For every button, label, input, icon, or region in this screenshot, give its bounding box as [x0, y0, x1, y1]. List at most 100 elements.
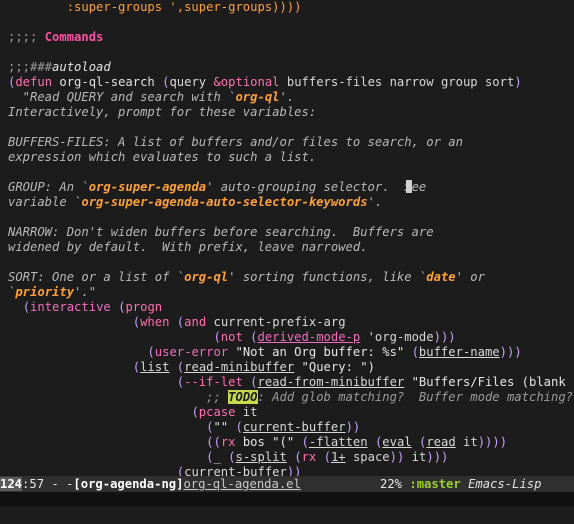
- code-token: widened by default. With prefix, leave n…: [8, 240, 368, 254]
- code-token: (: [250, 330, 258, 344]
- code-token: Interactively, prompt for these variable…: [8, 105, 317, 119]
- code-line: (not (derived-mode-p 'org-mode))): [8, 330, 456, 345]
- code-token: &optional: [213, 75, 280, 89]
- code-token: bos "(": [235, 435, 302, 449]
- code-token: (: [132, 315, 141, 329]
- code-token: )): [389, 450, 412, 464]
- code-token: 1+: [330, 450, 346, 464]
- code-token: pcase: [198, 405, 236, 419]
- code-token: eval: [382, 435, 412, 449]
- code-token: ))): [426, 450, 449, 464]
- code-token: (: [191, 405, 199, 419]
- code-token: list: [140, 360, 170, 374]
- code-line: ;;;; Commands: [8, 30, 103, 45]
- code-token: ;;: [206, 390, 229, 404]
- code-token: current-buffer: [242, 420, 346, 434]
- code-token: autoload: [52, 60, 111, 74]
- code-token: "Buffers/Files (blank for: [411, 375, 574, 389]
- code-line: SORT: One or a list of `org-ql' sorting …: [8, 270, 485, 285]
- code-token: "Not an Org buffer: %s": [228, 345, 412, 359]
- code-token: buffer-name: [418, 345, 500, 359]
- code-token: (: [411, 345, 419, 359]
- code-token: current-buffer: [184, 465, 287, 476]
- code-token: expression which evaluates to such a lis…: [8, 150, 317, 164]
- code-line: BUFFERS-FILES: A list of buffers and/or …: [8, 135, 463, 150]
- code-token: org-super-agenda-auto-selector-keywords: [81, 195, 368, 209]
- code-line: ("" (current-buffer)): [8, 420, 360, 435]
- code-token: --if-let: [184, 375, 243, 389]
- code-token: org-ql: [235, 90, 280, 104]
- code-token: )))): [477, 435, 508, 449]
- code-token: s-split: [235, 450, 287, 464]
- code-token: (: [294, 450, 302, 464]
- code-token: query: [169, 75, 214, 89]
- code-token: "Read QUERY and search with `: [8, 90, 236, 104]
- code-token: (: [228, 450, 236, 464]
- code-token: : Add glob matching? Buffer mode matchin…: [257, 390, 574, 404]
- code-line: ;; TODO: Add glob matching? Buffer mode …: [8, 390, 573, 405]
- code-token: read: [426, 435, 456, 449]
- code-token: rx: [301, 450, 317, 464]
- code-token: interactive: [30, 300, 111, 314]
- code-token: :super-groups ',super-groups)))): [8, 0, 302, 14]
- code-token: derived-mode-p: [257, 330, 361, 344]
- code-token: SORT: One or a list of `: [8, 270, 185, 284]
- code-token: ))): [433, 330, 456, 344]
- buffer-name[interactable]: [org-agenda-ng]: [73, 477, 183, 491]
- code-token: GROUP: An `: [8, 180, 89, 194]
- code-token: and: [184, 315, 207, 329]
- code-token: defun: [15, 75, 53, 89]
- code-token: progn: [125, 300, 163, 314]
- code-token: current-prefix-arg: [206, 315, 346, 329]
- code-token: rx: [220, 435, 236, 449]
- buffer-percent: 22%: [380, 477, 403, 491]
- code-token: ): [514, 75, 522, 89]
- code-token: (: [323, 450, 331, 464]
- code-line: (interactive (progn: [8, 300, 162, 315]
- code-line: (pcase it: [8, 405, 257, 420]
- code-token: not: [220, 330, 243, 344]
- code-line: (list (read-minibuffer "Query: "): [8, 360, 375, 375]
- code-token: ' or: [455, 270, 485, 284]
- code-token: when: [140, 315, 170, 329]
- code-line: (user-error "Not an Org buffer: %s" (buf…: [8, 345, 522, 360]
- code-token: ' auto-grouping selector. See: [206, 180, 427, 194]
- code-token: BUFFERS-FILES: A list of buffers and/or …: [8, 135, 463, 149]
- minibuffer[interactable]: [0, 492, 574, 506]
- major-mode[interactable]: Emacs-Lisp: [468, 477, 541, 491]
- code-token: (: [176, 375, 185, 389]
- mode-line: 124:57 - -[org-agenda-ng]org-ql-agenda.e…: [0, 476, 574, 492]
- code-token: '.: [279, 90, 295, 104]
- code-token: ;;;###: [8, 60, 53, 74]
- code-line: GROUP: An `org-super-agenda' auto-groupi…: [8, 180, 426, 195]
- code-token: ' sorting functions, like `: [228, 270, 427, 284]
- code-line: `priority'.": [8, 285, 96, 300]
- vc-branch[interactable]: :master: [409, 477, 460, 491]
- code-token: buffers-files narrow group sort: [279, 75, 515, 89]
- code-token: org-super-agenda: [88, 180, 207, 194]
- code-line: widened by default. With prefix, leave n…: [8, 240, 368, 255]
- code-token: org-ql: [184, 270, 229, 284]
- code-line: ;;;###autoload: [8, 60, 111, 75]
- code-token: ;;;;: [8, 30, 45, 44]
- code-token: '.": [74, 285, 97, 299]
- code-line: Interactively, prompt for these variable…: [8, 105, 316, 120]
- code-token: '.: [367, 195, 383, 209]
- editor-buffer[interactable]: :super-groups ',super-groups)))) ;;;; Com…: [0, 0, 574, 476]
- code-token: NARROW: Don't widen buffers before searc…: [8, 225, 434, 239]
- code-line: "Read QUERY and search with `org-ql'.: [8, 90, 295, 105]
- code-token: (: [301, 435, 309, 449]
- code-token: ))): [499, 345, 522, 359]
- code-token: user-error: [154, 345, 229, 359]
- file-name[interactable]: org-ql-agenda.el: [183, 477, 300, 491]
